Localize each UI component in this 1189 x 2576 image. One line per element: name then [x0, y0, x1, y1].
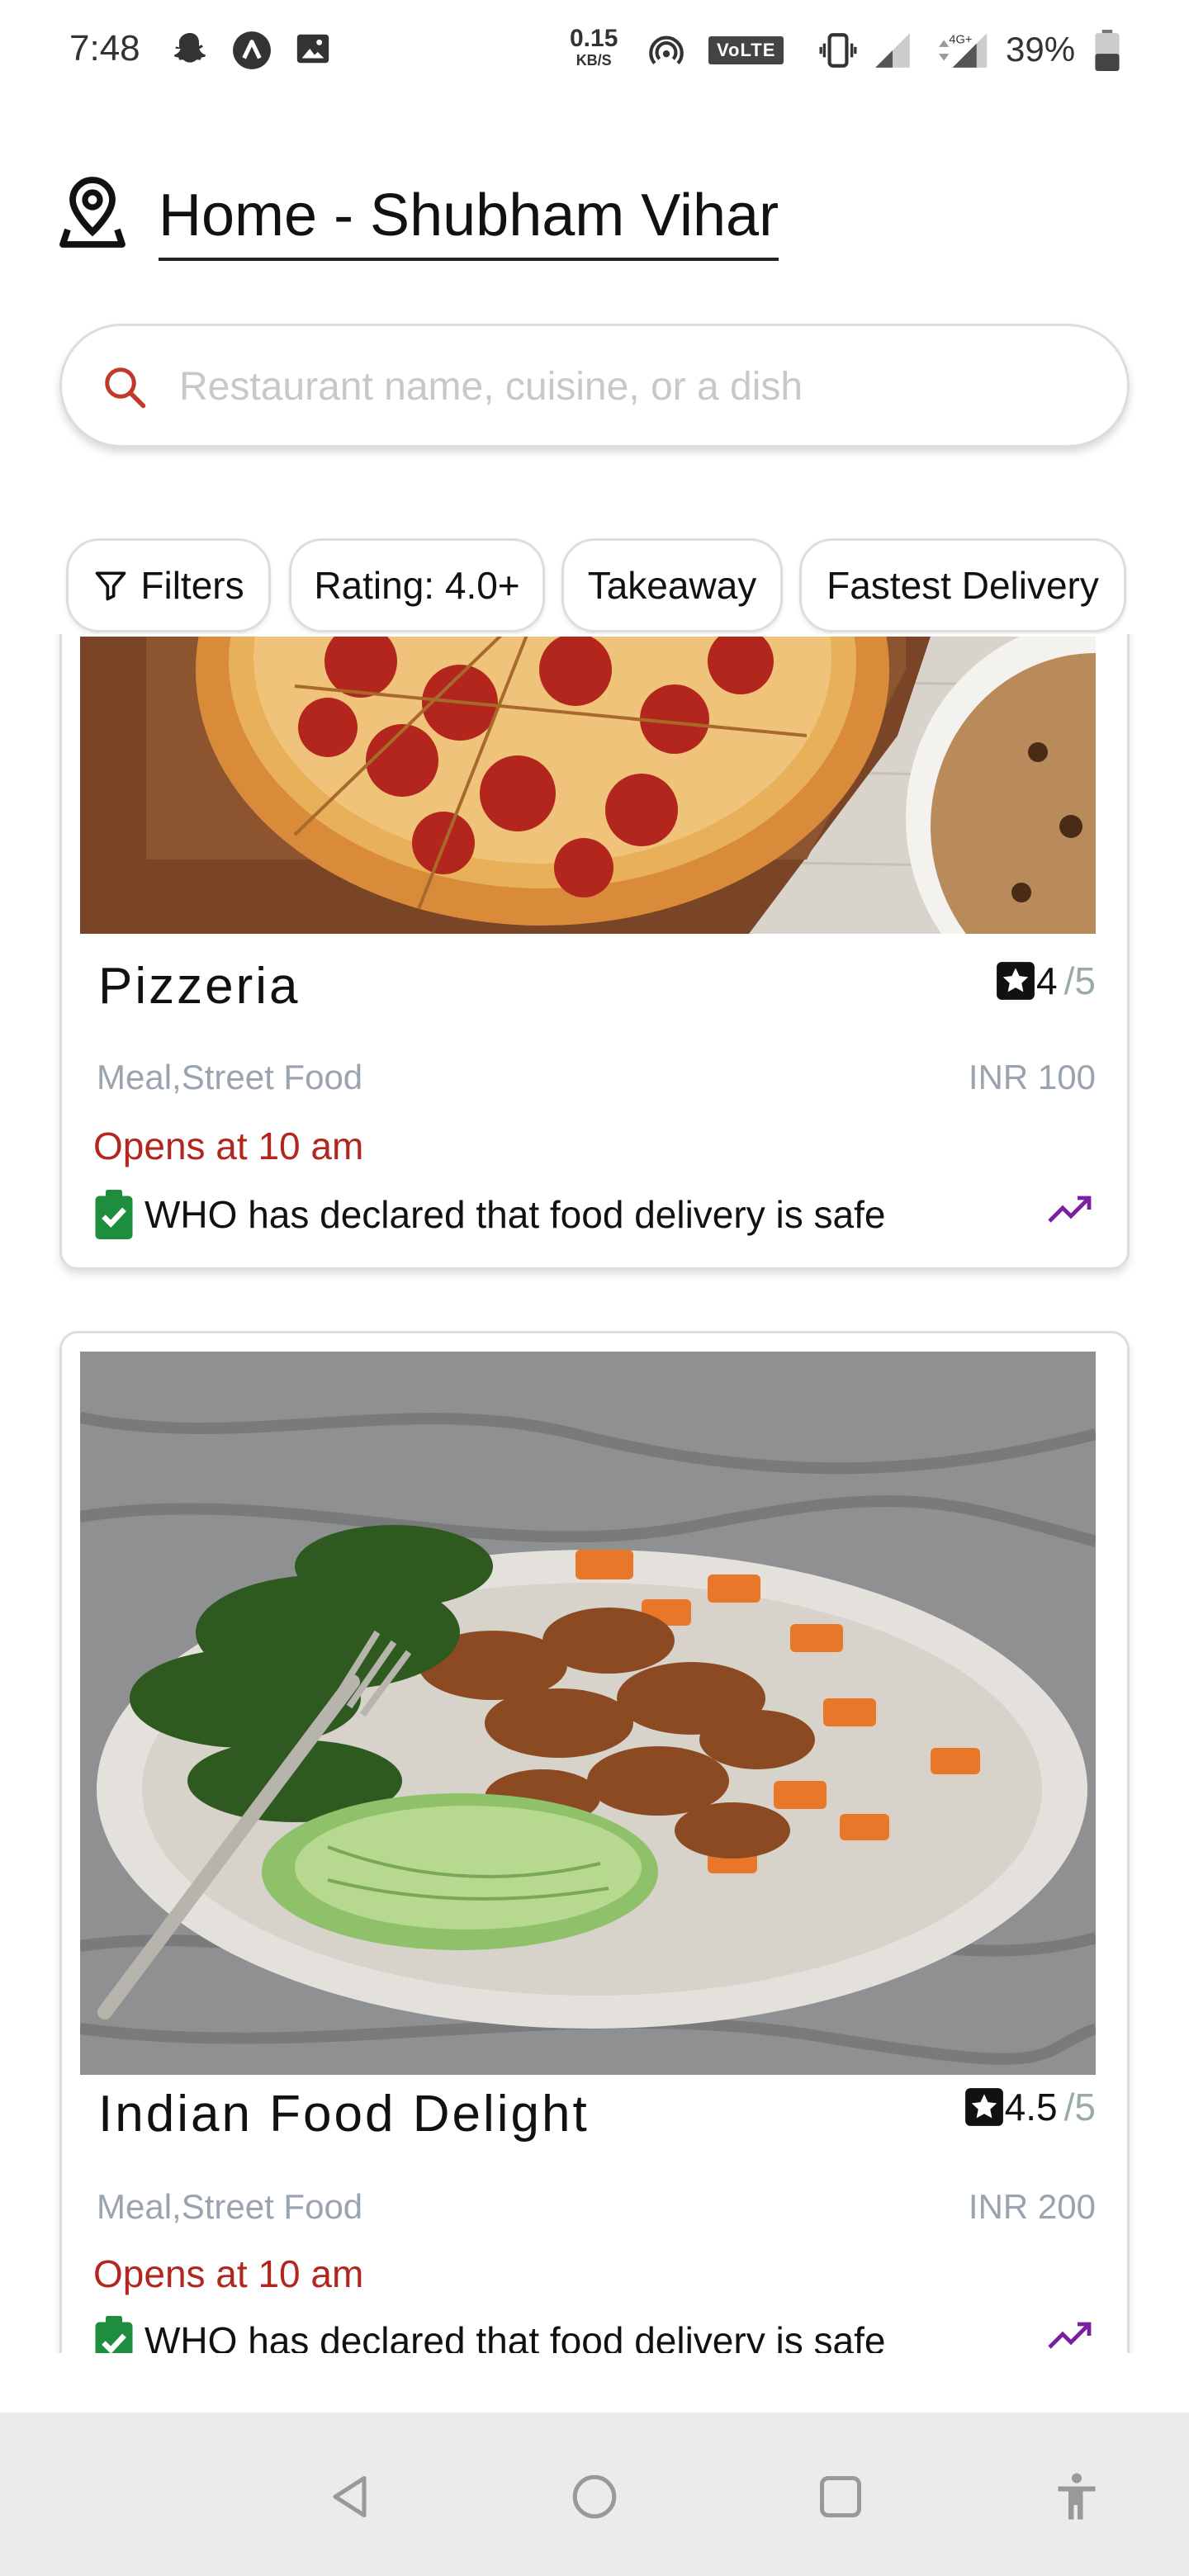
gallery-icon [294, 30, 332, 72]
safety-notice-text: WHO has declared that food delivery is s… [144, 1193, 886, 1236]
restaurant-image [80, 1352, 1096, 2075]
recents-icon[interactable] [816, 2472, 865, 2526]
app-notification-icon [231, 30, 272, 75]
system-nav-bar [0, 2413, 1189, 2576]
signal-1-icon [872, 30, 913, 75]
home-icon[interactable] [570, 2472, 619, 2526]
rating-chip[interactable]: Rating: 4.0+ [289, 538, 545, 632]
safety-notice-text: WHO has declared that food delivery is s… [144, 2319, 886, 2353]
svg-text:4G+: 4G+ [949, 34, 972, 47]
restaurant-card[interactable]: Pizzeria 4 /5 Meal,Street Food INR 100 O… [59, 634, 1130, 1270]
restaurant-cuisine: Meal,Street Food [97, 2187, 363, 2226]
restaurant-price: INR 100 [968, 1058, 1096, 1096]
star-icon [964, 2088, 1003, 2126]
restaurant-rating: 4.5 /5 [964, 2085, 1096, 2129]
accessibility-icon[interactable] [1054, 2472, 1100, 2526]
battery-percent: 39% [1006, 30, 1076, 69]
filter-funnel-icon [96, 571, 126, 601]
hotspot-icon [646, 30, 687, 75]
opening-time: Opens at 10 am [93, 2252, 364, 2295]
signal-4g-icon: 4G+ [931, 30, 991, 75]
vibrate-icon [817, 30, 859, 75]
battery-icon [1095, 30, 1120, 75]
rating-value: 4.5 [1004, 2086, 1058, 2129]
search-icon [100, 362, 149, 416]
restaurant-rating: 4 /5 [995, 959, 1096, 1003]
fastest-delivery-chip[interactable]: Fastest Delivery [799, 538, 1126, 632]
rating-value: 4 [1036, 959, 1058, 1002]
star-icon [997, 962, 1035, 1000]
volte-badge: VoLTE [708, 36, 784, 64]
rating-chip-label: Rating: 4.0+ [314, 564, 520, 607]
fastest-delivery-chip-label: Fastest Delivery [827, 564, 1099, 607]
safety-notice: WHO has declared that food delivery is s… [93, 1190, 885, 1239]
takeaway-chip-label: Takeaway [587, 564, 757, 607]
restaurant-name: Indian Food Delight [98, 2086, 590, 2143]
takeaway-chip[interactable]: Takeaway [561, 538, 783, 632]
back-icon[interactable] [327, 2472, 377, 2526]
filters-chip[interactable]: Filters [66, 538, 271, 632]
search-input[interactable]: Restaurant name, cuisine, or a dish [179, 364, 803, 410]
search-bar[interactable]: Restaurant name, cuisine, or a dish [59, 324, 1130, 447]
safety-notice: WHO has declared that food delivery is s… [93, 2316, 885, 2353]
trending-icon [1046, 2319, 1096, 2353]
snapchat-icon [170, 30, 210, 73]
restaurant-name: Pizzeria [98, 958, 301, 1015]
safety-check-icon [95, 1190, 133, 1239]
delivery-address[interactable]: Home - Shubham Vihar [159, 182, 779, 261]
rating-out-of: /5 [1063, 2086, 1096, 2129]
trending-icon [1046, 1193, 1096, 1230]
opening-time: Opens at 10 am [93, 1125, 364, 1167]
restaurant-cuisine: Meal,Street Food [97, 1058, 363, 1096]
restaurant-price: INR 200 [968, 2187, 1096, 2226]
filter-chips: Filters Rating: 4.0+ Takeaway Fastest De… [66, 538, 1139, 636]
restaurant-card[interactable]: Indian Food Delight 4.5 /5 Meal,Street F… [59, 1331, 1130, 2353]
location-pin-icon [58, 175, 127, 253]
safety-check-icon [95, 2316, 133, 2353]
network-speed-value: 0.15 [570, 25, 618, 52]
restaurant-list[interactable]: Pizzeria 4 /5 Meal,Street Food INR 100 O… [0, 634, 1189, 2353]
status-time: 7:48 [69, 28, 140, 69]
network-speed-unit: KB/S [576, 52, 612, 69]
restaurant-image [80, 637, 1096, 934]
filters-chip-label: Filters [140, 564, 244, 607]
delivery-location[interactable]: Home - Shubham Vihar [58, 165, 883, 264]
network-speed: 0.15 KB/S [570, 25, 618, 69]
status-bar: 7:48 0.15 KB/S VoLTE 4G+ 39% [0, 0, 1189, 107]
rating-out-of: /5 [1063, 959, 1096, 1002]
